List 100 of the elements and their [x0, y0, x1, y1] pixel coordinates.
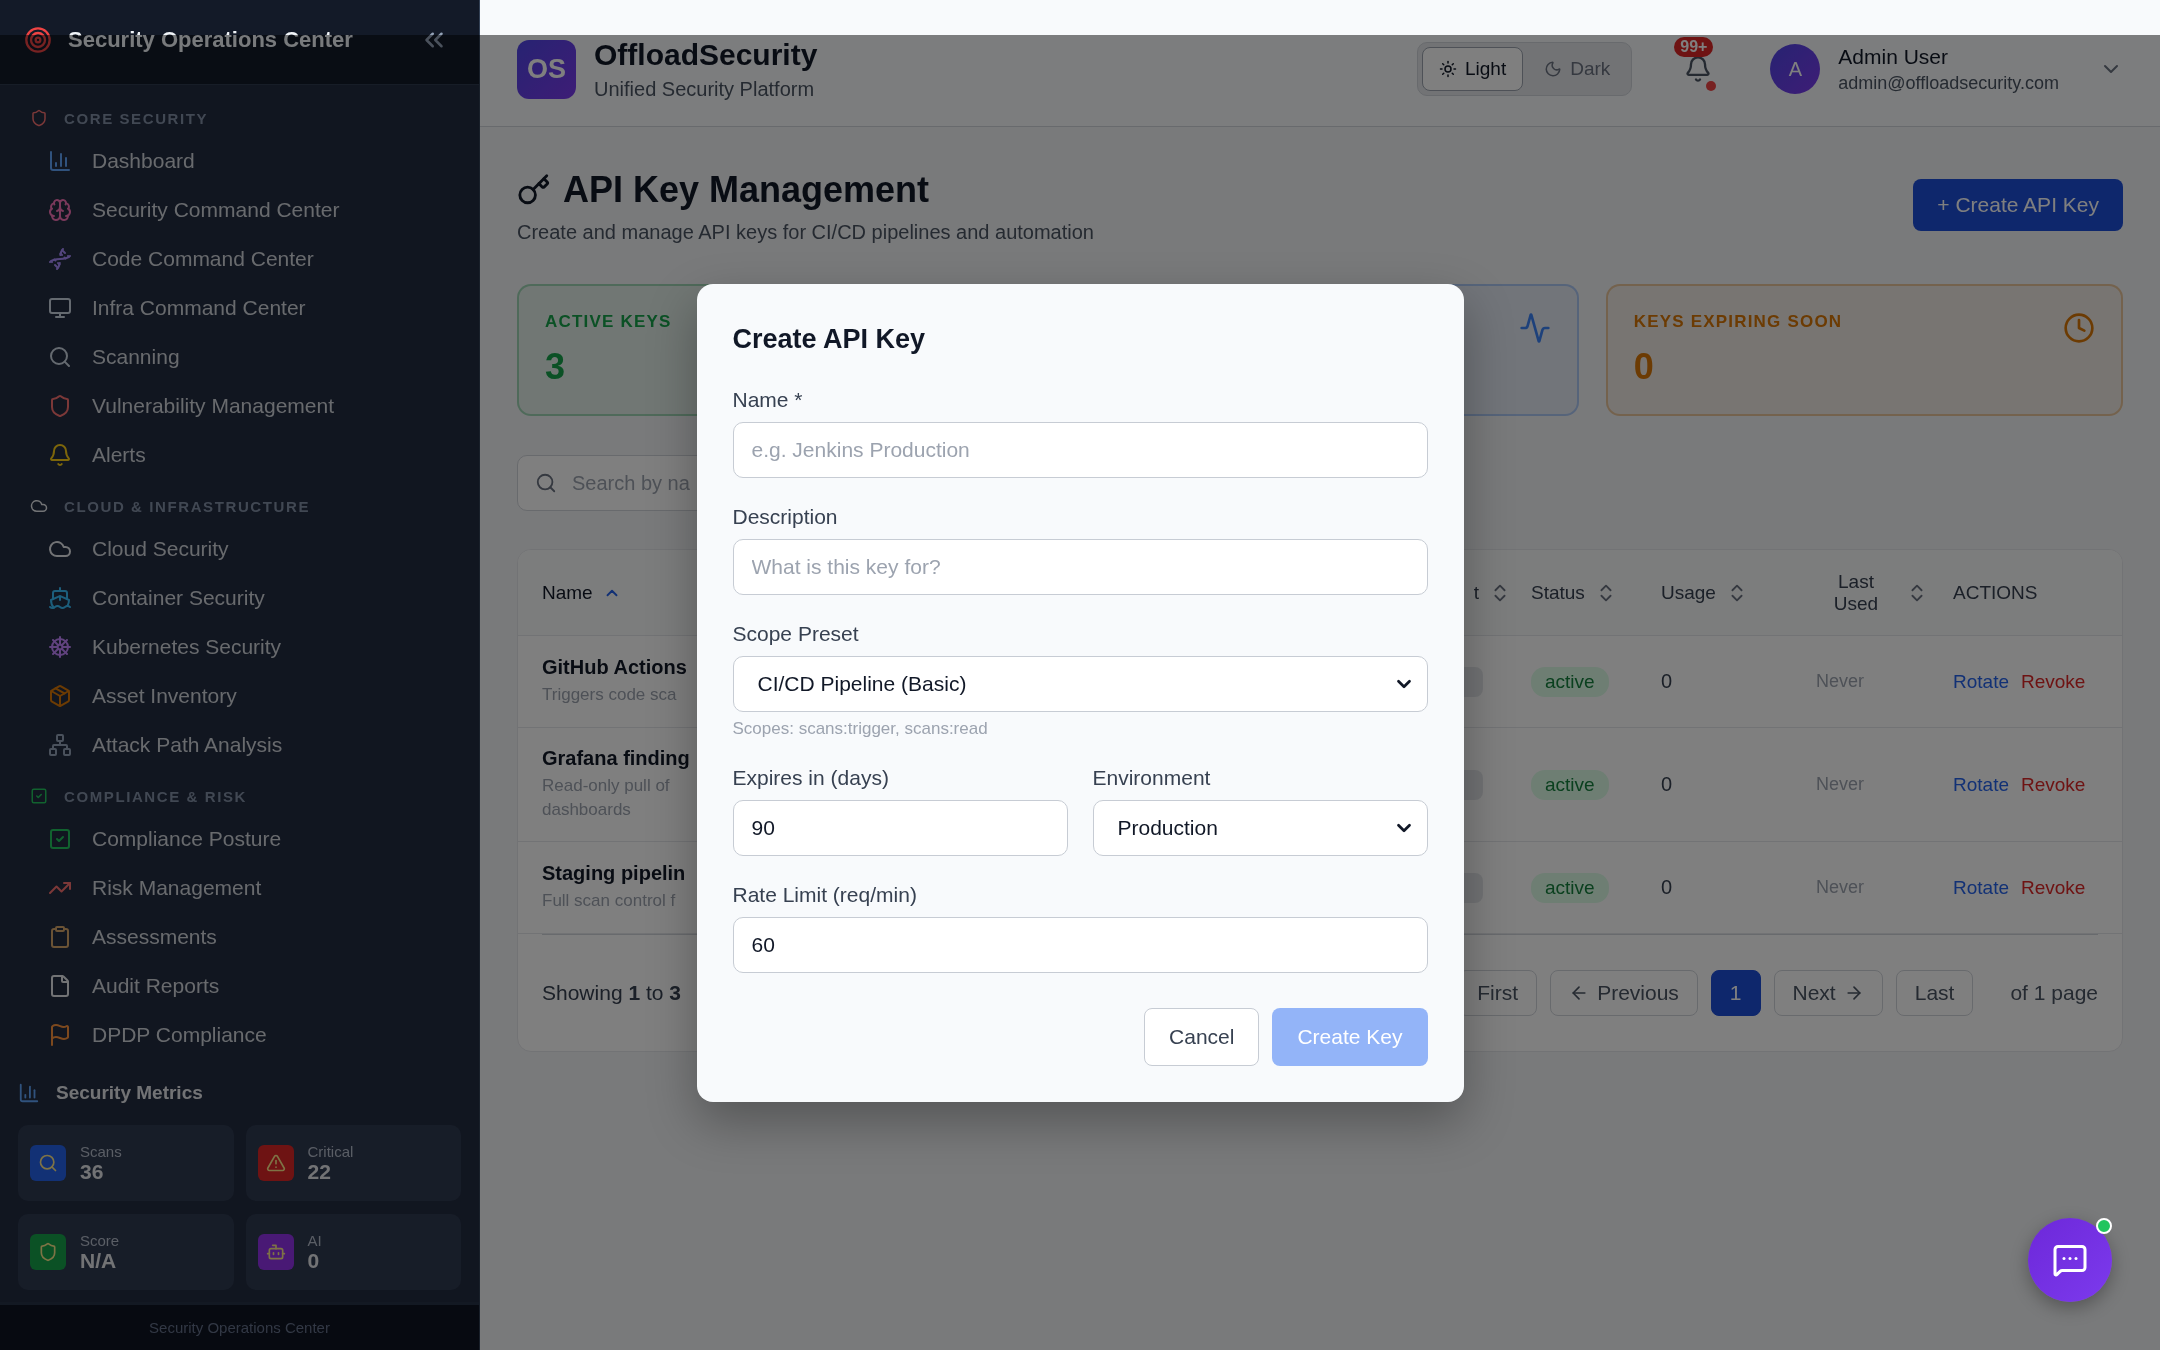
page-number-button[interactable]: 1	[1710, 970, 1761, 1016]
warning-icon	[257, 1145, 294, 1181]
dialog-title: Create API Key	[732, 323, 927, 356]
notification-badge: 99+	[1674, 37, 1714, 57]
nav-item[interactable]: Assessments	[30, 912, 459, 961]
bell-icon	[48, 442, 72, 467]
nav-item[interactable]: Dashboard	[30, 136, 459, 185]
brand-tagline: Unified Security Platform	[594, 77, 816, 101]
bar-chart-icon	[18, 1082, 40, 1104]
moon-icon	[1544, 60, 1563, 78]
field-label: Environment	[1092, 765, 1212, 791]
nav-item[interactable]: Risk Management	[30, 863, 459, 912]
nav-item[interactable]: Audit Reports	[30, 961, 459, 1010]
online-dot	[2096, 1218, 2112, 1234]
column-header[interactable]: Status	[1531, 581, 1661, 604]
nav-item[interactable]: Code Command Center	[30, 234, 459, 283]
usage-count: 0	[1661, 876, 1674, 899]
key-name: GitHub Actions	[542, 656, 687, 679]
action-link[interactable]: Rotate	[1953, 773, 2009, 796]
search-icon	[48, 344, 72, 369]
theme-option[interactable]: Dark	[1527, 47, 1628, 91]
robot-icon	[257, 1234, 294, 1270]
metric-label: AI	[307, 1231, 322, 1249]
search-icon	[30, 1145, 66, 1181]
network-icon	[48, 732, 72, 757]
column-header[interactable]: Usage	[1661, 581, 1816, 604]
stat-value: 3	[545, 346, 567, 388]
key-icon	[517, 173, 551, 207]
search-icon	[535, 472, 557, 494]
package-icon	[48, 683, 72, 708]
metric-label: Score	[80, 1231, 120, 1249]
input-field[interactable]: e.g. Jenkins Production	[732, 422, 1428, 478]
wheel-icon	[48, 634, 72, 659]
cancel-button[interactable]: Cancel	[1144, 1008, 1260, 1066]
action-link[interactable]: Rotate	[1953, 876, 2009, 899]
alert-dot	[1706, 81, 1717, 91]
next-page-button[interactable]: Next	[1773, 970, 1883, 1016]
showing-text: Showing 1 to 3	[542, 981, 681, 1005]
metric-value: 36	[80, 1159, 105, 1184]
shield-icon	[30, 1234, 66, 1270]
stat-label: ACTIVE KEYS	[545, 312, 672, 332]
user-email: admin@offloadsecurity.com	[1838, 72, 2059, 94]
flag-icon	[48, 1022, 72, 1047]
monitor-icon	[48, 295, 72, 320]
column-header[interactable]: ACTIONS	[1953, 581, 2098, 604]
metric-label: Scans	[80, 1142, 122, 1160]
metric-label: Critical	[307, 1142, 354, 1160]
user-name: Admin User	[1838, 44, 1949, 69]
page-subtitle: Create and manage API keys for CI/CD pipelines and automation	[517, 221, 1094, 244]
shield-icon	[30, 109, 48, 127]
nav-item[interactable]: Security Command Center	[30, 185, 459, 234]
document-icon	[48, 973, 72, 998]
checkbox-icon	[48, 826, 72, 851]
theme-option[interactable]: Light	[1421, 47, 1524, 91]
status-pill: active	[1531, 769, 1609, 800]
action-link[interactable]: Revoke	[2021, 670, 2086, 693]
nav-item[interactable]: Compliance Posture	[30, 814, 459, 863]
page-title: API Key Management	[563, 169, 930, 211]
page-count: of 1 page	[2010, 981, 2098, 1005]
metric-value: N/A	[80, 1248, 118, 1273]
stat-value: 0	[1633, 346, 1655, 388]
nav-item[interactable]: Vulnerability Management	[30, 381, 459, 430]
create-api-key-button[interactable]: + Create API Key	[1913, 179, 2123, 231]
status-pill: active	[1531, 872, 1609, 903]
clock-icon	[2063, 312, 2095, 344]
bar-chart-icon	[48, 148, 72, 173]
sidebar-title: Security Operations Center	[68, 27, 354, 53]
action-link[interactable]: Revoke	[2021, 876, 2086, 899]
brand-name: OffloadSecurity	[594, 37, 819, 72]
key-name: Grafana finding	[542, 747, 690, 770]
nav-item[interactable]: Cloud Security	[30, 524, 459, 573]
nav-item[interactable]: Kubernetes Security	[30, 622, 459, 671]
field-label: Expires in (days)	[732, 765, 890, 791]
nav-item[interactable]: DPDP Compliance	[30, 1010, 459, 1059]
field-label: Scope Preset	[732, 621, 860, 647]
action-link[interactable]: Rotate	[1953, 670, 2009, 693]
input-field[interactable]: 90	[732, 800, 1068, 856]
user-avatar[interactable]: A	[1770, 44, 1821, 94]
stat-label: KEYS EXPIRING SOON	[1633, 312, 1843, 332]
action-link[interactable]: Revoke	[2021, 773, 2086, 796]
dropdown-field[interactable]: CI/CD Pipeline (Basic)	[732, 656, 1428, 712]
cloud-icon	[30, 497, 48, 515]
status-pill: active	[1531, 666, 1609, 697]
previous-page-button[interactable]: Previous	[1550, 970, 1698, 1016]
last-page-button[interactable]: Last	[1895, 970, 1974, 1016]
nav-item[interactable]: Asset Inventory	[30, 671, 459, 720]
dropdown-field[interactable]: Production	[1092, 800, 1428, 856]
input-field[interactable]: 60	[732, 917, 1428, 973]
nav-item[interactable]: Container Security	[30, 573, 459, 622]
nav-item[interactable]: Alerts	[30, 430, 459, 479]
metric-value: 0	[307, 1248, 321, 1273]
field-label: Rate Limit (req/min)	[732, 882, 918, 908]
target-icon	[24, 26, 52, 54]
input-field[interactable]: What is this key for?	[732, 539, 1428, 595]
shield-icon	[48, 393, 72, 418]
nav-item[interactable]: Attack Path Analysis	[30, 720, 459, 769]
nav-item[interactable]: Scanning	[30, 332, 459, 381]
column-header[interactable]: Last Used	[1816, 570, 1953, 615]
nav-item[interactable]: Infra Command Center	[30, 283, 459, 332]
metrics-title: Security Metrics	[56, 1082, 203, 1104]
